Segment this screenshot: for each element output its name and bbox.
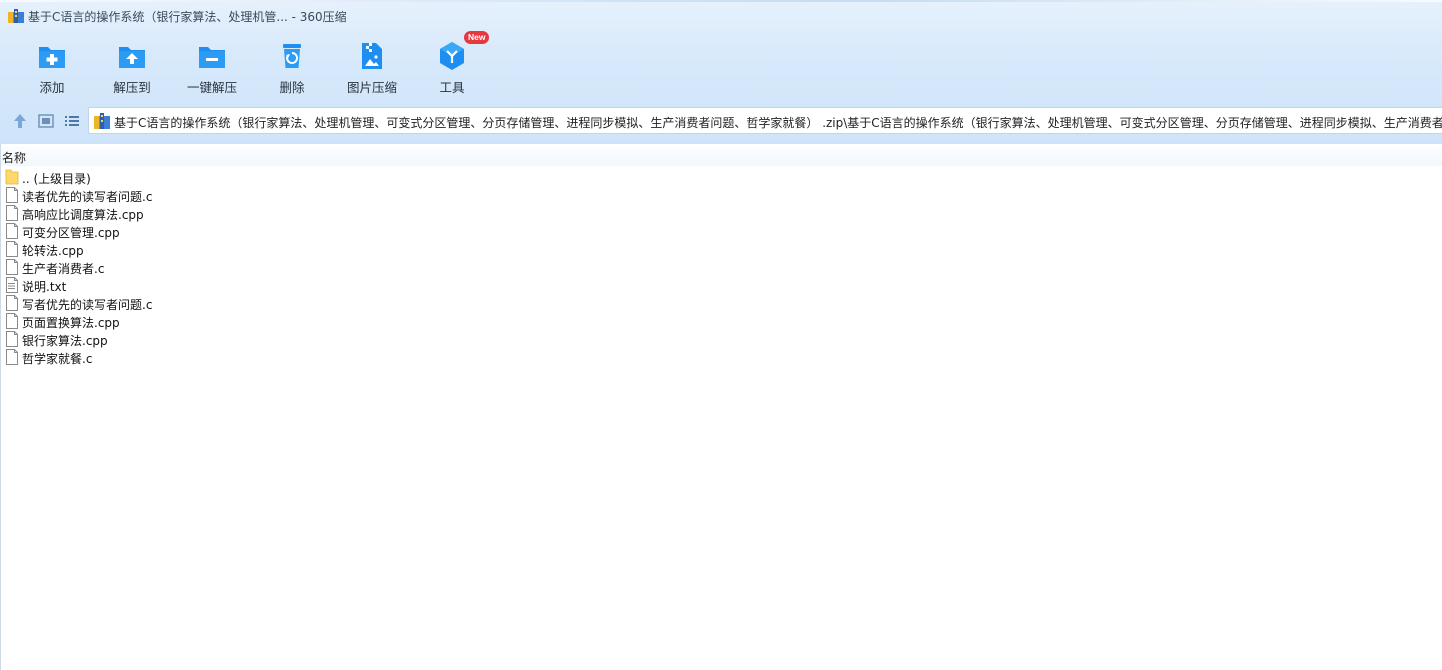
file-name: 银行家算法.cpp	[22, 334, 108, 348]
title-bar: 基于C语言的操作系统（银行家算法、处理机管... - 360压缩	[0, 0, 1442, 32]
file-name: 轮转法.cpp	[22, 244, 84, 258]
header-area: 基于C语言的操作系统（银行家算法、处理机管... - 360压缩 添加 解压到 …	[0, 0, 1442, 144]
file-name: 页面置换算法.cpp	[22, 316, 120, 330]
file-row[interactable]: 高响应比调度算法.cpp	[1, 204, 401, 222]
image-compress-icon	[362, 43, 382, 69]
file-name: 高响应比调度算法.cpp	[22, 208, 144, 222]
file-icon	[6, 295, 18, 311]
address-path: 基于C语言的操作系统（银行家算法、处理机管理、可变式分区管理、分页存储管理、进程…	[114, 116, 1442, 130]
file-icon	[6, 241, 18, 257]
file-icon	[6, 349, 18, 365]
window-title: 基于C语言的操作系统（银行家算法、处理机管... - 360压缩	[28, 10, 347, 24]
file-row[interactable]: 可变分区管理.cpp	[1, 222, 401, 240]
zip-archive-icon	[94, 113, 110, 129]
add-label: 添加	[39, 80, 65, 95]
file-list-area: 名称 .. (上级目录) 读者优先的读写者问题.c 高响应比调度算法.cpp 可变分区…	[0, 144, 1442, 670]
image-compress-label: 图片压缩	[346, 80, 397, 95]
app-archive-icon	[8, 9, 24, 23]
one-click-extract-label: 一键解压	[186, 80, 237, 95]
file-row[interactable]: .. (上级目录)	[1, 168, 401, 186]
name-column-header[interactable]: 名称	[1, 146, 1442, 166]
file-row[interactable]: 哲学家就餐.c	[1, 348, 401, 366]
file-row[interactable]: 轮转法.cpp	[1, 240, 401, 258]
delete-button[interactable]: 删除	[252, 36, 332, 100]
file-name: 生产者消费者.c	[22, 262, 105, 276]
file-name: 读者优先的读写者问题.c	[22, 190, 153, 204]
file-name: 哲学家就餐.c	[22, 352, 93, 366]
one-click-extract-button[interactable]: 一键解压	[172, 36, 252, 100]
file-icon	[6, 187, 18, 203]
add-button[interactable]: 添加	[12, 36, 92, 100]
one-click-extract-icon	[199, 47, 225, 68]
delete-label: 删除	[279, 80, 305, 95]
folder-icon	[5, 169, 19, 185]
app-window: 基于C语言的操作系统（银行家算法、处理机管... - 360压缩 添加 解压到 …	[0, 0, 1442, 670]
file-name: 可变分区管理.cpp	[22, 226, 120, 240]
text-file-icon	[6, 277, 18, 293]
delete-icon	[283, 44, 301, 68]
tools-button[interactable]: New 工具	[412, 31, 492, 100]
up-arrow-icon[interactable]	[10, 111, 30, 131]
file-icon	[6, 205, 18, 221]
tools-label: 工具	[439, 80, 465, 95]
extract-to-button[interactable]: 解压到	[92, 36, 172, 100]
file-icon	[6, 223, 18, 239]
tools-icon	[440, 42, 464, 70]
address-bar[interactable]: 基于C语言的操作系统（银行家算法、处理机管理、可变式分区管理、分页存储管理、进程…	[88, 107, 1442, 134]
file-row[interactable]: 页面置换算法.cpp	[1, 312, 401, 330]
file-icon	[6, 259, 18, 275]
thumbnail-view-icon[interactable]	[36, 111, 56, 131]
file-row[interactable]: 说明.txt	[1, 276, 401, 294]
name-column-label: 名称	[2, 151, 27, 165]
image-compress-button[interactable]: 图片压缩	[332, 36, 412, 100]
file-row[interactable]: 读者优先的读写者问题.c	[1, 186, 401, 204]
extract-to-icon	[119, 47, 145, 68]
file-icon	[6, 331, 18, 347]
file-row[interactable]: 银行家算法.cpp	[1, 330, 401, 348]
list-view-icon[interactable]	[62, 111, 82, 131]
new-badge: New	[464, 31, 490, 44]
file-name: 写者优先的读写者问题.c	[22, 298, 153, 312]
file-icon	[6, 313, 18, 329]
file-name: .. (上级目录)	[22, 172, 91, 186]
file-row[interactable]: 写者优先的读写者问题.c	[1, 294, 401, 312]
file-row[interactable]: 生产者消费者.c	[1, 258, 401, 276]
file-name: 说明.txt	[22, 280, 67, 294]
extract-to-label: 解压到	[113, 80, 151, 95]
file-list: .. (上级目录) 读者优先的读写者问题.c 高响应比调度算法.cpp 可变分区管理.…	[1, 168, 401, 366]
add-folder-icon	[39, 47, 65, 68]
